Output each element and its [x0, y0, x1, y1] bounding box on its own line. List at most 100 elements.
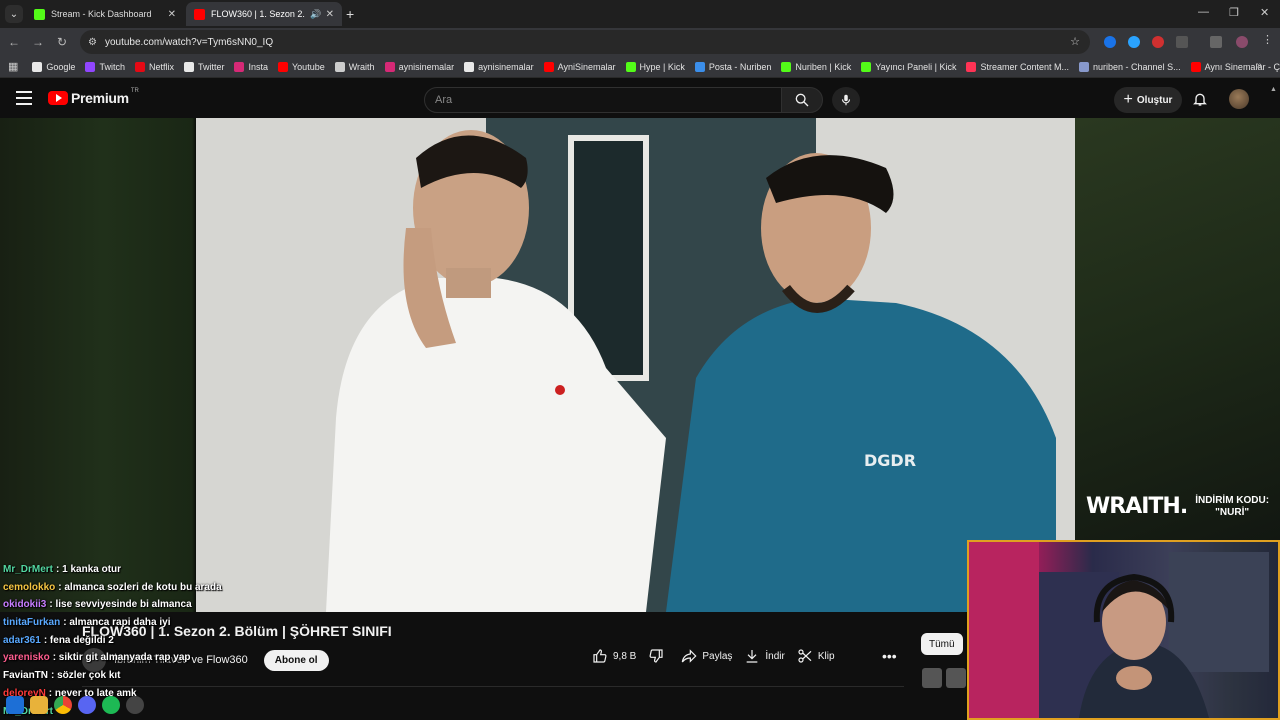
filter-chip-all[interactable]: Tümü: [921, 633, 963, 655]
site-info-icon[interactable]: ⚙: [88, 37, 97, 48]
bookmarks-bar: ▦ Google Twitch Netflix Twitter Insta Youtube…: [0, 56, 1280, 78]
bookmark-favicon-icon: [625, 61, 636, 72]
bookmark-favicon-icon: [384, 61, 395, 72]
chat-text: : almanca rapi daha iyi: [63, 617, 171, 629]
restore-icon[interactable]: ❐: [1229, 6, 1239, 19]
bookmark-favicon-icon: [1190, 61, 1201, 72]
svg-text:DGDR: DGDR: [864, 451, 916, 470]
address-bar[interactable]: ⚙ youtube.com/watch?v=Tym6sNN0_IQ ☆: [80, 30, 1090, 54]
bookmark-item[interactable]: Hype | Kick: [625, 61, 685, 72]
bookmark-item[interactable]: Yayıncı Paneli | Kick: [861, 61, 957, 72]
close-window-icon[interactable]: ✕: [1260, 6, 1269, 19]
related-thumbnails: [922, 668, 970, 688]
youtube-premium-logo[interactable]: Premium TR: [48, 88, 139, 106]
download-button[interactable]: İndir: [744, 644, 785, 668]
chat-username: cemolokko: [3, 581, 56, 593]
account-avatar[interactable]: [1229, 89, 1249, 109]
bookmark-favicon-icon: [694, 61, 705, 72]
share-button[interactable]: Paylaş: [681, 644, 732, 668]
youtube-favicon-icon: [194, 8, 205, 20]
apps-grid-icon[interactable]: ▦: [8, 60, 18, 73]
search-icon: [795, 93, 809, 107]
bookmark-item[interactable]: Nuriben | Kick: [781, 61, 851, 72]
url-text: youtube.com/watch?v=Tym6sNN0_IQ: [104, 36, 274, 48]
extension-shield-icon[interactable]: [1104, 36, 1116, 48]
new-tab-button[interactable]: +: [346, 6, 354, 22]
related-thumbnail[interactable]: [946, 668, 966, 688]
chrome-icon[interactable]: [54, 696, 72, 714]
back-icon[interactable]: ←: [2, 35, 26, 49]
reload-icon[interactable]: ↻: [50, 35, 74, 49]
bookmark-item[interactable]: Youtube: [278, 61, 325, 72]
discord-icon[interactable]: [78, 696, 96, 714]
bookmark-label: nuriben - Channel S...: [1093, 61, 1181, 72]
bookmark-label: Aynı Sinemalar - Ça...: [1204, 61, 1280, 72]
bookmark-label: Posta - Nuriben: [708, 61, 772, 72]
download-label: İndir: [765, 650, 785, 662]
video-player[interactable]: DGDR: [196, 118, 1075, 612]
bookmark-favicon-icon: [1079, 61, 1090, 72]
voice-search-button[interactable]: [832, 87, 860, 113]
bookmark-item[interactable]: Insta: [234, 61, 268, 72]
bookmark-item[interactable]: aynisinemalar: [384, 61, 454, 72]
file-explorer-icon[interactable]: [30, 696, 48, 714]
taskbar: [0, 692, 144, 718]
bookmark-item[interactable]: nuriben - Channel S...: [1079, 61, 1181, 72]
forward-icon[interactable]: →: [26, 35, 50, 49]
ambient-backdrop: [1075, 118, 1280, 540]
bookmark-item[interactable]: AyniSinemalar: [543, 61, 616, 72]
close-tab-icon[interactable]: ✕: [326, 9, 334, 20]
bookmark-item[interactable]: Posta - Nuriben: [694, 61, 772, 72]
bookmark-item[interactable]: Twitch: [85, 61, 125, 72]
sponsor-overlay: WRAITH. İNDİRİM KODU: "NURİ": [1086, 494, 1269, 519]
spotify-icon[interactable]: [102, 696, 120, 714]
bookmark-label: Yayıncı Paneli | Kick: [875, 61, 957, 72]
extensions-puzzle-icon[interactable]: [1176, 36, 1188, 48]
tab-search-button[interactable]: ⌄: [5, 5, 23, 23]
bookmark-item[interactable]: Google: [32, 61, 75, 72]
extension-red-icon[interactable]: [1152, 36, 1164, 48]
search-input[interactable]: Ara: [424, 87, 782, 113]
speaker-icon[interactable]: 🔊: [310, 9, 321, 20]
bookmark-item[interactable]: Wraith: [334, 61, 375, 72]
chat-text: : sözler çok kıt: [51, 670, 121, 682]
browser-toolbar: ← → ↻ ⚙ youtube.com/watch?v=Tym6sNN0_IQ …: [0, 28, 1280, 56]
plus-icon: +: [1123, 91, 1133, 108]
bookmark-item[interactable]: aynisinemalar: [464, 61, 534, 72]
more-bookmarks-icon[interactable]: »: [1256, 60, 1262, 71]
like-button[interactable]: 9,8 B: [592, 644, 636, 668]
chat-message: Mr_DrMert: 1 kanka otur: [3, 561, 363, 579]
profile-icon[interactable]: [1236, 36, 1248, 48]
media-controls-icon[interactable]: [1210, 36, 1222, 48]
bookmark-favicon-icon: [861, 61, 872, 72]
minimize-icon[interactable]: —: [1198, 6, 1209, 18]
tab-youtube-flow360[interactable]: FLOW360 | 1. Sezon 2. Bölüm 🔊 ✕: [186, 2, 342, 26]
notifications-bell-icon[interactable]: [1192, 90, 1208, 113]
windows-start-icon[interactable]: [6, 696, 24, 714]
guide-menu-icon[interactable]: [16, 91, 32, 105]
bookmark-item[interactable]: Aynı Sinemalar - Ça...: [1190, 61, 1280, 72]
browser-tab-strip: ⌄ Stream - Kick Dashboard ✕ FLOW360 | 1.…: [0, 0, 1280, 28]
extension-globe-icon[interactable]: [1128, 36, 1140, 48]
obs-icon[interactable]: [126, 696, 144, 714]
discount-value: "NURİ": [1215, 506, 1250, 518]
bookmark-item[interactable]: Streamer Content M...: [966, 61, 1069, 72]
bookmark-star-icon[interactable]: ☆: [1070, 35, 1080, 48]
create-button[interactable]: + Oluştur: [1114, 87, 1182, 113]
clip-button[interactable]: Klip: [797, 644, 835, 668]
dislike-button[interactable]: [648, 644, 669, 668]
logo-region: TR: [130, 88, 139, 94]
scroll-up-icon[interactable]: ▲: [1270, 86, 1277, 93]
chat-message: FavianTN: sözler çok kıt: [3, 667, 363, 685]
bookmark-item[interactable]: Twitter: [183, 61, 224, 72]
browser-menu-icon[interactable]: ⋮: [1262, 33, 1274, 46]
bookmark-label: Insta: [248, 61, 268, 72]
bookmark-favicon-icon: [966, 61, 977, 72]
more-actions-icon[interactable]: •••: [882, 648, 897, 664]
tab-kick-dashboard[interactable]: Stream - Kick Dashboard ✕: [26, 2, 184, 26]
bookmark-favicon-icon: [334, 61, 345, 72]
search-button[interactable]: [781, 87, 823, 113]
bookmark-item[interactable]: Netflix: [134, 61, 174, 72]
close-tab-icon[interactable]: ✕: [168, 9, 176, 20]
related-thumbnail[interactable]: [922, 668, 942, 688]
